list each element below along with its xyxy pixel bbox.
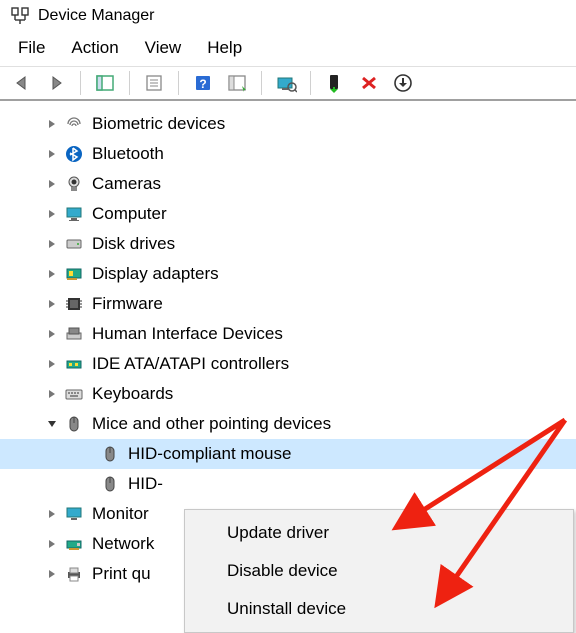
context-menu-update-driver[interactable]: Update driver (185, 514, 573, 552)
printer-icon (64, 564, 84, 584)
chevron-right-icon[interactable] (44, 536, 60, 552)
tree-node[interactable]: Mice and other pointing devices (0, 409, 576, 439)
chevron-right-icon[interactable] (44, 236, 60, 252)
tree-label: Human Interface Devices (92, 324, 283, 344)
tree-node[interactable]: Computer (0, 199, 576, 229)
fingerprint-icon (64, 114, 84, 134)
chevron-right-icon[interactable] (44, 266, 60, 282)
tree-node[interactable]: Cameras (0, 169, 576, 199)
tree-node[interactable]: HID- (0, 469, 576, 499)
tree-label: Print qu (92, 564, 151, 584)
tree-node[interactable]: Bluetooth (0, 139, 576, 169)
computer-icon (64, 204, 84, 224)
tree-node[interactable]: Keyboards (0, 379, 576, 409)
tree-label: Network (92, 534, 154, 554)
tree-node[interactable]: Disk drives (0, 229, 576, 259)
chevron-right-icon[interactable] (44, 116, 60, 132)
uninstall-device-button[interactable] (355, 71, 383, 95)
tree-label: Computer (92, 204, 167, 224)
menu-help[interactable]: Help (207, 38, 242, 58)
chevron-down-icon[interactable] (44, 416, 60, 432)
menu-action[interactable]: Action (71, 38, 118, 58)
tree-node[interactable]: Human Interface Devices (0, 319, 576, 349)
disk-icon (64, 234, 84, 254)
titlebar: Device Manager (0, 0, 576, 30)
mouse-icon (64, 414, 84, 434)
monitor-icon (64, 504, 84, 524)
menubar: File Action View Help (0, 30, 576, 66)
tree-label: Bluetooth (92, 144, 164, 164)
tree-node[interactable]: Firmware (0, 289, 576, 319)
display-adapter-icon (64, 264, 84, 284)
context-menu-disable-device[interactable]: Disable device (185, 552, 573, 590)
forward-button[interactable] (42, 71, 70, 95)
menu-file[interactable]: File (18, 38, 45, 58)
enable-device-button[interactable] (321, 71, 349, 95)
keyboard-icon (64, 384, 84, 404)
bluetooth-icon (64, 144, 84, 164)
firmware-icon (64, 294, 84, 314)
mouse-icon (100, 444, 120, 464)
tree-node-selected[interactable]: HID-compliant mouse (0, 439, 576, 469)
chevron-right-icon[interactable] (44, 326, 60, 342)
chevron-right-icon[interactable] (44, 206, 60, 222)
chevron-right-icon[interactable] (44, 386, 60, 402)
tree-node[interactable]: IDE ATA/ATAPI controllers (0, 349, 576, 379)
tree-label: Monitor (92, 504, 149, 524)
back-button[interactable] (8, 71, 36, 95)
action-button[interactable] (223, 71, 251, 95)
hid-icon (64, 324, 84, 344)
camera-icon (64, 174, 84, 194)
tree-node[interactable]: Biometric devices (0, 109, 576, 139)
window-title: Device Manager (38, 7, 155, 25)
tree-label: IDE ATA/ATAPI controllers (92, 354, 289, 374)
tree-label: Firmware (92, 294, 163, 314)
tree-label: Disk drives (92, 234, 175, 254)
scan-hardware-button[interactable] (272, 71, 300, 95)
toolbar: ? (0, 66, 576, 101)
network-icon (64, 534, 84, 554)
device-manager-icon (10, 6, 30, 26)
help-button[interactable]: ? (189, 71, 217, 95)
tree-label: Mice and other pointing devices (92, 414, 331, 434)
menu-view[interactable]: View (145, 38, 182, 58)
context-menu: Update driver Disable device Uninstall d… (184, 509, 574, 633)
chevron-right-icon[interactable] (44, 506, 60, 522)
tree-label: Keyboards (92, 384, 173, 404)
toolbar-separator (178, 71, 179, 95)
toolbar-separator (310, 71, 311, 95)
chevron-right-icon[interactable] (44, 356, 60, 372)
toolbar-separator (80, 71, 81, 95)
mouse-icon (100, 474, 120, 494)
tree-label: Cameras (92, 174, 161, 194)
tree-label: HID-compliant mouse (128, 444, 291, 464)
show-hide-console-button[interactable] (91, 71, 119, 95)
chevron-right-icon[interactable] (44, 296, 60, 312)
tree-label: Display adapters (92, 264, 219, 284)
update-driver-button[interactable] (389, 71, 417, 95)
svg-text:?: ? (199, 77, 206, 91)
chevron-right-icon[interactable] (44, 146, 60, 162)
tree-label: HID- (128, 474, 163, 494)
toolbar-separator (261, 71, 262, 95)
properties-button[interactable] (140, 71, 168, 95)
tree-node[interactable]: Display adapters (0, 259, 576, 289)
context-menu-uninstall-device[interactable]: Uninstall device (185, 590, 573, 628)
toolbar-separator (129, 71, 130, 95)
chevron-right-icon[interactable] (44, 176, 60, 192)
ide-icon (64, 354, 84, 374)
chevron-right-icon[interactable] (44, 566, 60, 582)
tree-label: Biometric devices (92, 114, 225, 134)
